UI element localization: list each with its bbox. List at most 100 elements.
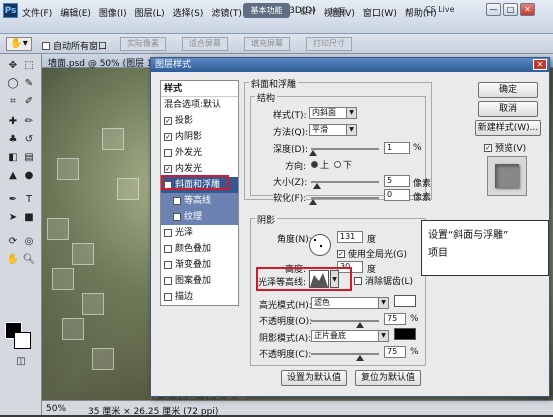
technique-select[interactable]: 平滑 ▼ [309, 124, 357, 136]
size-input[interactable]: 5 [384, 175, 410, 187]
style-checkbox[interactable]: ✓ [164, 133, 172, 141]
depth-input[interactable]: 1 [384, 142, 410, 154]
workspace-design-link[interactable]: 设计 [300, 6, 316, 17]
depth-slider[interactable] [311, 148, 379, 150]
pen-tool-icon[interactable]: ✒ [6, 194, 20, 206]
soften-slider[interactable] [311, 197, 379, 199]
print-size-button[interactable]: 打印尺寸 [306, 37, 352, 51]
global-light-checkbox[interactable]: ✓ 使用全局光(G) [337, 247, 407, 260]
path-select-tool-icon[interactable]: ➤ [6, 212, 20, 224]
highlight-opacity-input[interactable]: 75 [384, 313, 406, 325]
angle-input[interactable]: 131 [337, 231, 363, 243]
workspace-button[interactable]: 基本功能 [243, 3, 290, 18]
marquee-tool-icon[interactable]: ⬚ [22, 60, 36, 72]
style-list-item[interactable]: 纹理 [161, 209, 238, 225]
dialog-close-icon[interactable]: ✕ [533, 59, 547, 70]
reset-default-button[interactable]: 复位为默认值 [355, 370, 421, 386]
menu-item[interactable]: 编辑(E) [60, 6, 91, 19]
style-checkbox[interactable] [164, 261, 172, 269]
type-tool-icon[interactable]: T [22, 194, 36, 206]
eraser-tool-icon[interactable]: ◧ [6, 152, 20, 164]
shadow-opacity-input[interactable]: 75 [384, 346, 406, 358]
maximize-button[interactable]: □ [503, 3, 518, 16]
direction-up-radio[interactable]: 上 [311, 158, 329, 171]
style-list-item[interactable]: 渐变叠加 [161, 257, 238, 273]
auto-select-checkbox[interactable] [42, 41, 50, 50]
style-checkbox[interactable] [164, 277, 172, 285]
style-checkbox[interactable] [164, 149, 172, 157]
size-slider-handle[interactable] [313, 183, 321, 189]
hand-tool-icon[interactable]: ✋▾ [6, 37, 32, 51]
clone-stamp-tool-icon[interactable]: ♣ [6, 134, 20, 146]
shadow-opacity-handle[interactable] [356, 355, 364, 361]
dodge-tool-icon[interactable]: ● [22, 170, 36, 182]
workspace-paint-link[interactable]: 绘画 [330, 6, 346, 17]
hand-tool-icon[interactable]: ✋ [6, 254, 20, 266]
angle-dial[interactable] [309, 234, 331, 256]
style-list-item[interactable]: 光泽 [161, 225, 238, 241]
zoom-level[interactable]: 50% [46, 404, 66, 414]
close-app-button[interactable]: ✕ [520, 3, 535, 16]
menu-item[interactable]: 滤镜(T) [211, 6, 242, 19]
zoom-tool-icon[interactable]: 🔍︎ [22, 254, 36, 266]
style-list-item[interactable]: ✓ 投影 [161, 113, 238, 129]
style-list-item[interactable]: 颜色叠加 [161, 241, 238, 257]
style-list-item[interactable]: 描边 [161, 289, 238, 305]
style-list-item[interactable]: 外发光 [161, 145, 238, 161]
style-checkbox[interactable] [164, 245, 172, 253]
gradient-tool-icon[interactable]: ▤ [22, 152, 36, 164]
highlight-color-swatch[interactable] [394, 295, 416, 307]
preview-checkbox[interactable]: ✓ 预览(V) [484, 141, 526, 154]
shadow-color-swatch[interactable] [394, 328, 416, 340]
lasso-tool-icon[interactable]: ◯ [6, 78, 20, 90]
3d-rotate-tool-icon[interactable]: ⟳ [6, 236, 20, 248]
brush-tool-icon[interactable]: ✏ [22, 116, 36, 128]
menu-item[interactable]: 选择(S) [173, 6, 204, 19]
soften-slider-handle[interactable] [309, 199, 317, 205]
actual-pixels-button[interactable]: 实际像素 [120, 37, 166, 51]
fill-screen-button[interactable]: 填充屏幕 [244, 37, 290, 51]
history-brush-tool-icon[interactable]: ↺ [22, 134, 36, 146]
minimize-button[interactable]: — [486, 3, 501, 16]
size-slider[interactable] [311, 181, 379, 183]
style-list-item[interactable]: 等高线 [161, 193, 238, 209]
cancel-button[interactable]: 取消 [478, 101, 538, 117]
bevel-style-select[interactable]: 内斜面 ▼ [309, 107, 357, 119]
style-list-header[interactable]: 样式 [161, 81, 238, 97]
blur-tool-icon[interactable]: ▲ [6, 170, 20, 182]
make-default-button[interactable]: 设置为默认值 [281, 370, 347, 386]
shadow-opacity-slider[interactable] [311, 353, 379, 355]
fit-screen-button[interactable]: 适合屏幕 [182, 37, 228, 51]
menu-item[interactable]: 窗口(W) [363, 6, 397, 19]
style-checkbox[interactable] [164, 229, 172, 237]
highlight-opacity-slider[interactable] [311, 320, 379, 322]
background-color-swatch[interactable] [14, 332, 31, 349]
eyedropper-tool-icon[interactable]: ✐ [22, 96, 36, 108]
3d-orbit-tool-icon[interactable]: ◎ [22, 236, 36, 248]
highlight-opacity-handle[interactable] [356, 322, 364, 328]
cs-live-link[interactable]: CS Live [425, 5, 455, 14]
style-checkbox[interactable]: ✓ [164, 165, 172, 173]
move-tool-icon[interactable]: ✥ [6, 60, 20, 72]
shadow-mode-select[interactable]: 正片叠底 ▼ [311, 330, 389, 342]
style-list-item[interactable]: ✓ 内阴影 [161, 129, 238, 145]
style-checkbox[interactable] [173, 197, 181, 205]
blending-options-item[interactable]: 混合选项:默认 [161, 97, 238, 113]
antialias-checkbox[interactable]: 消除锯齿(L) [354, 274, 413, 287]
direction-down-radio[interactable]: 下 [334, 158, 352, 171]
menu-item[interactable]: 文件(F) [22, 6, 52, 19]
quick-mask-icon[interactable]: ◫ [14, 356, 28, 368]
style-checkbox[interactable] [164, 293, 172, 301]
crop-tool-icon[interactable]: ⌗ [6, 96, 20, 108]
style-list-item[interactable]: 图案叠加 [161, 273, 238, 289]
ok-button[interactable]: 确定 [478, 82, 538, 98]
menu-item[interactable]: 图像(I) [99, 6, 127, 19]
shape-tool-icon[interactable]: ■ [22, 212, 36, 224]
auto-select-option[interactable]: 自动所有窗口 [42, 39, 107, 52]
quick-select-tool-icon[interactable]: ✎ [22, 78, 36, 90]
healing-tool-icon[interactable]: ✚ [6, 116, 20, 128]
new-style-button[interactable]: 新建样式(W)... [475, 120, 541, 136]
menu-item[interactable]: 图层(L) [135, 6, 165, 19]
soften-input[interactable]: 0 [384, 189, 410, 201]
style-checkbox[interactable]: ✓ [164, 117, 172, 125]
